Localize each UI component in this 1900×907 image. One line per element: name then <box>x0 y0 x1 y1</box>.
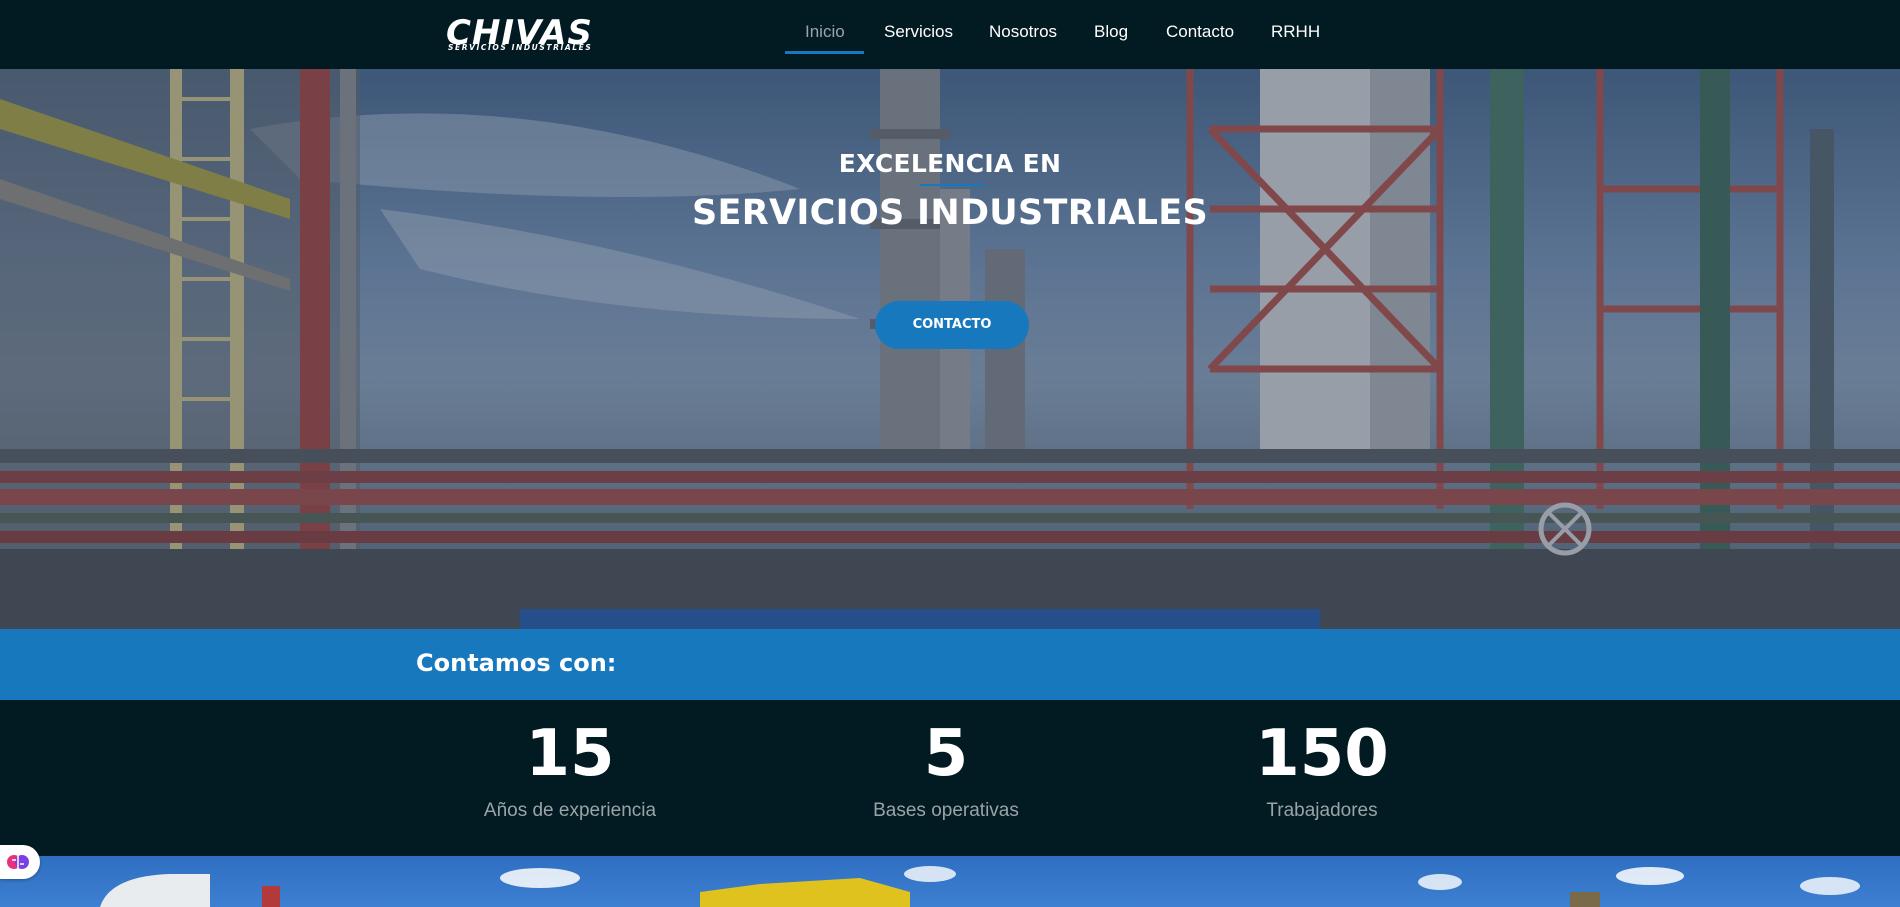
stat-value: 150 <box>1255 717 1389 791</box>
nav-item-blog[interactable]: Blog <box>1094 20 1128 44</box>
hero-divider <box>920 184 984 186</box>
stat-value: 5 <box>923 717 969 791</box>
site-header: CHIVAS SERVICIOS INDUSTRIALES Inicio Ser… <box>0 0 1900 69</box>
stat-value: 15 <box>525 717 615 791</box>
nav-item-inicio[interactable]: Inicio <box>805 20 845 44</box>
stat-label: Años de experiencia <box>483 800 657 821</box>
stats-section: 15 Años de experiencia 5 Bases operativa… <box>0 700 1900 856</box>
accessibility-widget-button[interactable] <box>0 845 40 879</box>
construction-site-image <box>100 866 1860 907</box>
hero-section: EXCELENCIA EN SERVICIOS INDUSTRIALES CON… <box>0 69 1900 629</box>
nav-item-contacto[interactable]: Contacto <box>1166 20 1234 44</box>
nav-item-nosotros[interactable]: Nosotros <box>989 20 1057 44</box>
brain-icon <box>7 855 29 869</box>
stat-label: Trabajadores <box>1266 800 1378 821</box>
nav-item-servicios[interactable]: Servicios <box>884 20 953 44</box>
active-nav-underline <box>785 51 864 54</box>
stats-band: Contamos con: <box>0 629 1900 700</box>
hero-title: SERVICIOS INDUSTRIALES <box>692 193 1208 233</box>
next-section-image <box>0 856 1900 907</box>
nav-item-rrhh[interactable]: RRHH <box>1271 20 1320 44</box>
stat-label: Bases operativas <box>873 800 1019 821</box>
hero-kicker: EXCELENCIA EN <box>838 149 1062 178</box>
contact-button[interactable]: CONTACTO <box>875 301 1029 349</box>
main-nav: Inicio Servicios Nosotros Blog Contacto … <box>0 0 1900 69</box>
stats-band-title: Contamos con: <box>416 649 617 677</box>
